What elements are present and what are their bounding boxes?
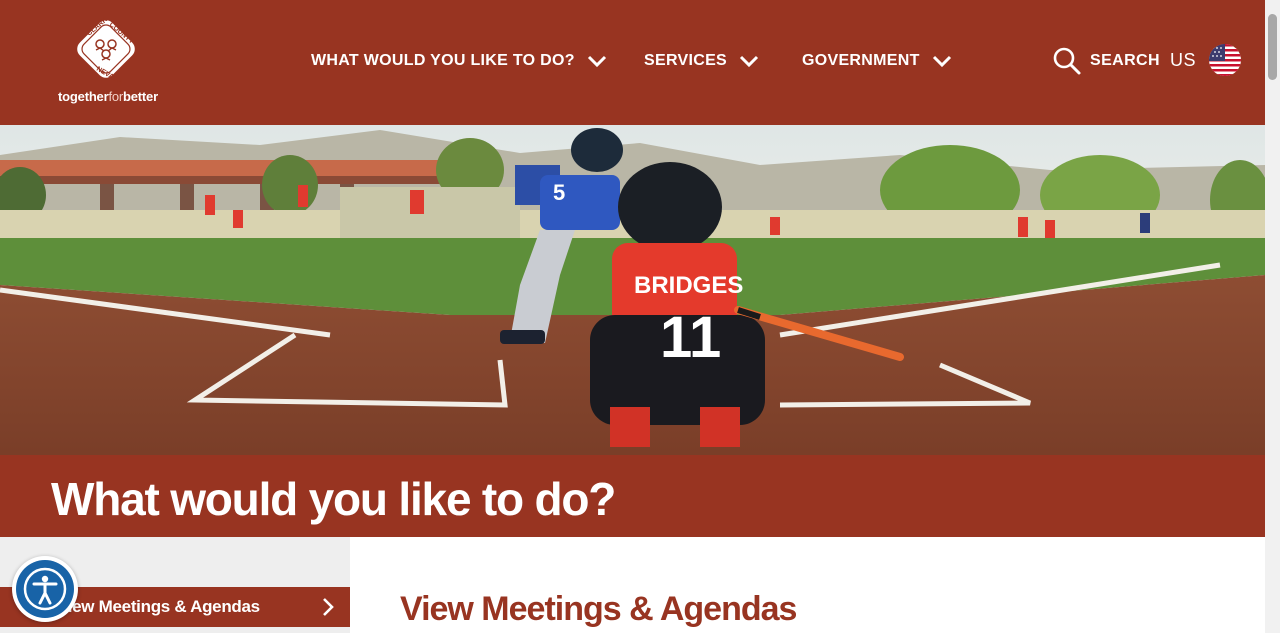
chevron-down-icon — [739, 55, 759, 68]
language-selector[interactable]: US — [1170, 50, 1196, 71]
nav-label: WHAT WOULD YOU LIKE TO DO? — [311, 52, 575, 69]
hero-illustration: 5 BRIDGES 11 — [0, 125, 1265, 455]
nav-government[interactable]: GOVERNMENT — [802, 50, 952, 72]
accessibility-button[interactable] — [12, 556, 78, 622]
section-heading: View Meetings & Agendas — [400, 590, 797, 628]
page-scrollbar[interactable] — [1265, 0, 1280, 633]
logo-tagline: togetherforbetter — [50, 89, 166, 104]
site-header: CLARK COUNTY NEVADA togetherforbetter WH… — [0, 0, 1265, 125]
accessibility-icon-container — [16, 560, 74, 618]
accessibility-icon — [23, 567, 67, 611]
page-title: What would you like to do? — [51, 473, 616, 525]
baseball-hero-image: 5 BRIDGES 11 — [0, 125, 1265, 455]
tagline-suffix: better — [123, 89, 158, 104]
clark-county-logo[interactable]: CLARK COUNTY NEVADA togetherforbetter — [50, 12, 166, 107]
tagline-mid: for — [108, 89, 124, 104]
chevron-down-icon — [587, 55, 606, 68]
county-seal-icon: CLARK COUNTY NEVADA — [77, 16, 135, 86]
chevron-down-icon — [932, 55, 951, 68]
nav-services[interactable]: SERVICES — [644, 50, 759, 72]
tagline-prefix: together — [58, 89, 109, 104]
player-jersey-name: BRIDGES — [634, 272, 743, 299]
chevron-right-icon — [323, 598, 334, 616]
scrollbar-thumb[interactable] — [1268, 14, 1277, 80]
player-jersey-number: 11 — [660, 305, 721, 370]
nav-label: SERVICES — [644, 52, 728, 69]
us-flag-icon[interactable] — [1209, 44, 1241, 76]
search-icon — [1053, 47, 1081, 75]
sidebar-item-label: View Meetings & Agendas — [57, 597, 260, 616]
page-title-band: What would you like to do? — [0, 455, 1265, 537]
nav-label: GOVERNMENT — [802, 52, 920, 69]
pitcher-number: 5 — [553, 180, 565, 205]
search-label: SEARCH — [1090, 52, 1160, 69]
search-button[interactable]: SEARCH — [1052, 46, 1160, 76]
nav-what-would-you-like-to-do[interactable]: WHAT WOULD YOU LIKE TO DO? — [311, 50, 607, 72]
